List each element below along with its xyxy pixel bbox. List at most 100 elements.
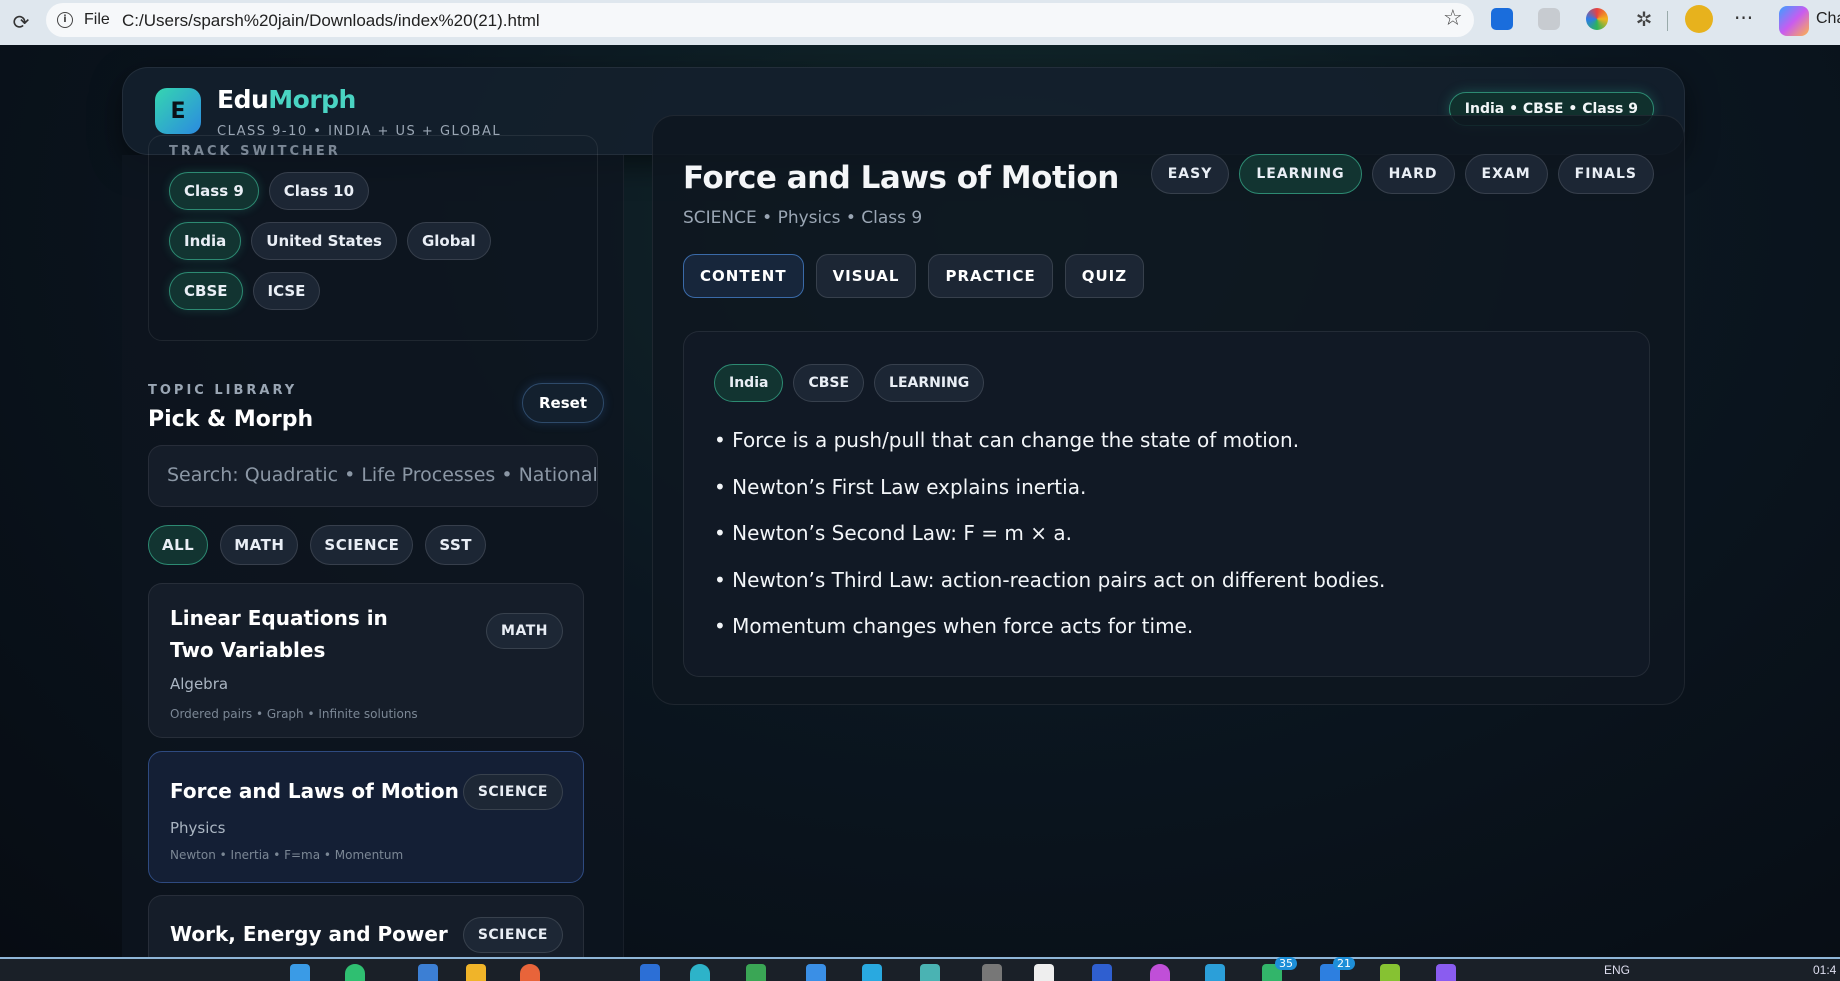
chip-icse[interactable]: ICSE (252, 272, 321, 310)
topic-card-work-energy-power[interactable]: Work, Energy and Power SCIENCE (148, 895, 584, 957)
chip-class-10[interactable]: Class 10 (268, 172, 370, 210)
app-icon[interactable] (1034, 964, 1054, 981)
notification-badge: 21 (1333, 957, 1355, 970)
app-icon[interactable] (1150, 964, 1170, 981)
topic-card-tags: Newton • Inertia • F=ma • Momentum (170, 848, 404, 862)
filter-science[interactable]: SCIENCE (310, 525, 414, 565)
app-icon[interactable] (746, 964, 766, 981)
topic-title: Force and Laws of Motion (683, 160, 1119, 196)
chip-india[interactable]: India (169, 222, 242, 260)
shield-extension-icon[interactable] (1538, 8, 1560, 30)
topic-card-tags: Ordered pairs • Graph • Infinite solutio… (170, 707, 418, 721)
class-chips: Class 9 Class 10 (169, 172, 370, 210)
topic-list: Linear Equations in Two Variables MATH A… (148, 583, 598, 957)
profile-name[interactable]: Cha (1816, 10, 1840, 28)
profile-avatar[interactable] (1685, 5, 1713, 33)
topic-card-force-laws-motion[interactable]: Force and Laws of Motion SCIENCE Physics… (148, 751, 584, 883)
app-icon[interactable] (806, 964, 826, 981)
brand-part-morph: Morph (268, 85, 356, 114)
app-icon[interactable] (1380, 964, 1400, 981)
topic-library-label: TOPIC LIBRARY (148, 383, 298, 398)
puzzle-icon[interactable]: ✲ (1633, 8, 1655, 30)
app-logo: E (155, 88, 201, 134)
chip-global[interactable]: Global (406, 222, 491, 260)
address-bar[interactable]: i File C:/Users/sparsh%20jain/Downloads/… (46, 3, 1474, 37)
bullet-item: Force is a push/pull that can change the… (714, 428, 1385, 475)
topic-library-title: Pick & Morph (148, 407, 314, 432)
topic-meta: SCIENCE • Physics • Class 9 (683, 208, 923, 228)
filter-math[interactable]: MATH (220, 525, 299, 565)
bullet-item: Newton’s Third Law: action-reaction pair… (714, 568, 1385, 615)
track-switcher-title: TRACK SWITCHER (169, 144, 341, 159)
level-finals[interactable]: FINALS (1557, 154, 1654, 194)
app-icon[interactable] (418, 964, 438, 981)
level-learning[interactable]: LEARNING (1239, 154, 1362, 194)
folder-icon[interactable] (466, 964, 486, 981)
language-indicator[interactable]: ENG (1604, 963, 1630, 977)
app-icon[interactable] (862, 964, 882, 981)
topic-panel: Force and Laws of Motion SCIENCE • Physi… (652, 115, 1685, 705)
app-icon[interactable] (640, 964, 660, 981)
topic-card-subject-badge: MATH (486, 613, 563, 649)
track-switcher: TRACK SWITCHER Class 9 Class 10 India Un… (148, 135, 598, 341)
info-icon[interactable]: i (57, 12, 73, 28)
reset-button[interactable]: Reset (522, 383, 604, 423)
brand-name: EduMorph (217, 85, 356, 114)
start-icon[interactable] (290, 964, 310, 981)
content-card: India CBSE LEARNING Force is a push/pull… (683, 331, 1650, 677)
bullet-item: Newton’s First Law explains inertia. (714, 475, 1385, 522)
browser-icon[interactable] (690, 964, 710, 981)
level-hard[interactable]: HARD (1371, 154, 1455, 194)
bookmark-star-icon[interactable]: ☆ (1443, 6, 1463, 31)
content-bullets: Force is a push/pull that can change the… (714, 428, 1385, 661)
bullet-item: Momentum changes when force acts for tim… (714, 614, 1385, 661)
level-exam[interactable]: EXAM (1464, 154, 1548, 194)
color-extension-icon[interactable] (1586, 8, 1608, 30)
app-icon[interactable] (345, 964, 365, 981)
tab-quiz[interactable]: QUIZ (1064, 254, 1145, 298)
pill-cbse: CBSE (793, 364, 865, 402)
topic-card-subtopic: Algebra (170, 675, 229, 693)
level-easy[interactable]: EASY (1150, 154, 1230, 194)
chip-united-states[interactable]: United States (251, 222, 397, 260)
toolbar-divider (1667, 11, 1668, 31)
region-chips: India United States Global (169, 222, 491, 260)
topic-card-title: Force and Laws of Motion (170, 779, 459, 803)
url-text[interactable]: C:/Users/sparsh%20jain/Downloads/index%2… (122, 11, 540, 31)
app-icon[interactable] (1205, 964, 1225, 981)
chip-cbse[interactable]: CBSE (169, 272, 243, 310)
app-icon[interactable] (982, 964, 1002, 981)
file-label: File (84, 11, 110, 28)
tab-visual[interactable]: VISUAL (815, 254, 917, 298)
reload-icon[interactable]: ⟳ (9, 10, 33, 34)
brand-part-edu: Edu (217, 85, 269, 114)
topic-card-subtopic: Physics (170, 819, 226, 837)
content-tabs: CONTENT VISUAL PRACTICE QUIZ (683, 254, 1145, 298)
bullet-item: Newton’s Second Law: F = m × a. (714, 521, 1385, 568)
app-page: E EduMorph CLASS 9-10 • INDIA + US + GLO… (0, 45, 1840, 957)
app-icon[interactable] (1436, 964, 1456, 981)
app-icon[interactable] (1092, 964, 1112, 981)
topic-card-linear-equations[interactable]: Linear Equations in Two Variables MATH A… (148, 583, 584, 738)
filter-all[interactable]: ALL (148, 525, 209, 565)
chip-class-9[interactable]: Class 9 (169, 172, 259, 210)
pill-learning: LEARNING (874, 364, 985, 402)
pill-india: India (714, 364, 784, 402)
copilot-icon[interactable] (1779, 6, 1809, 36)
app-icon[interactable] (920, 964, 940, 981)
tab-practice[interactable]: PRACTICE (928, 254, 1053, 298)
topic-card-title: Linear Equations in Two Variables (170, 606, 388, 662)
topic-card-subject-badge: SCIENCE (462, 774, 563, 810)
app-icon[interactable] (520, 964, 540, 981)
os-taskbar: 35 21 ENG 01:4 (0, 957, 1840, 981)
tab-content[interactable]: CONTENT (683, 254, 804, 298)
search-input[interactable]: Search: Quadratic • Life Processes • Nat… (148, 445, 598, 507)
topic-card-title: Work, Energy and Power (170, 922, 448, 946)
board-chips: CBSE ICSE (169, 272, 321, 310)
filter-sst[interactable]: SST (425, 525, 487, 565)
clock[interactable]: 01:4 (1813, 963, 1836, 977)
extension-icon[interactable] (1491, 8, 1513, 30)
more-menu-icon[interactable]: ··· (1734, 6, 1753, 30)
topic-card-subject-badge: SCIENCE (462, 917, 563, 953)
sidebar: TRACK SWITCHER Class 9 Class 10 India Un… (122, 135, 624, 957)
